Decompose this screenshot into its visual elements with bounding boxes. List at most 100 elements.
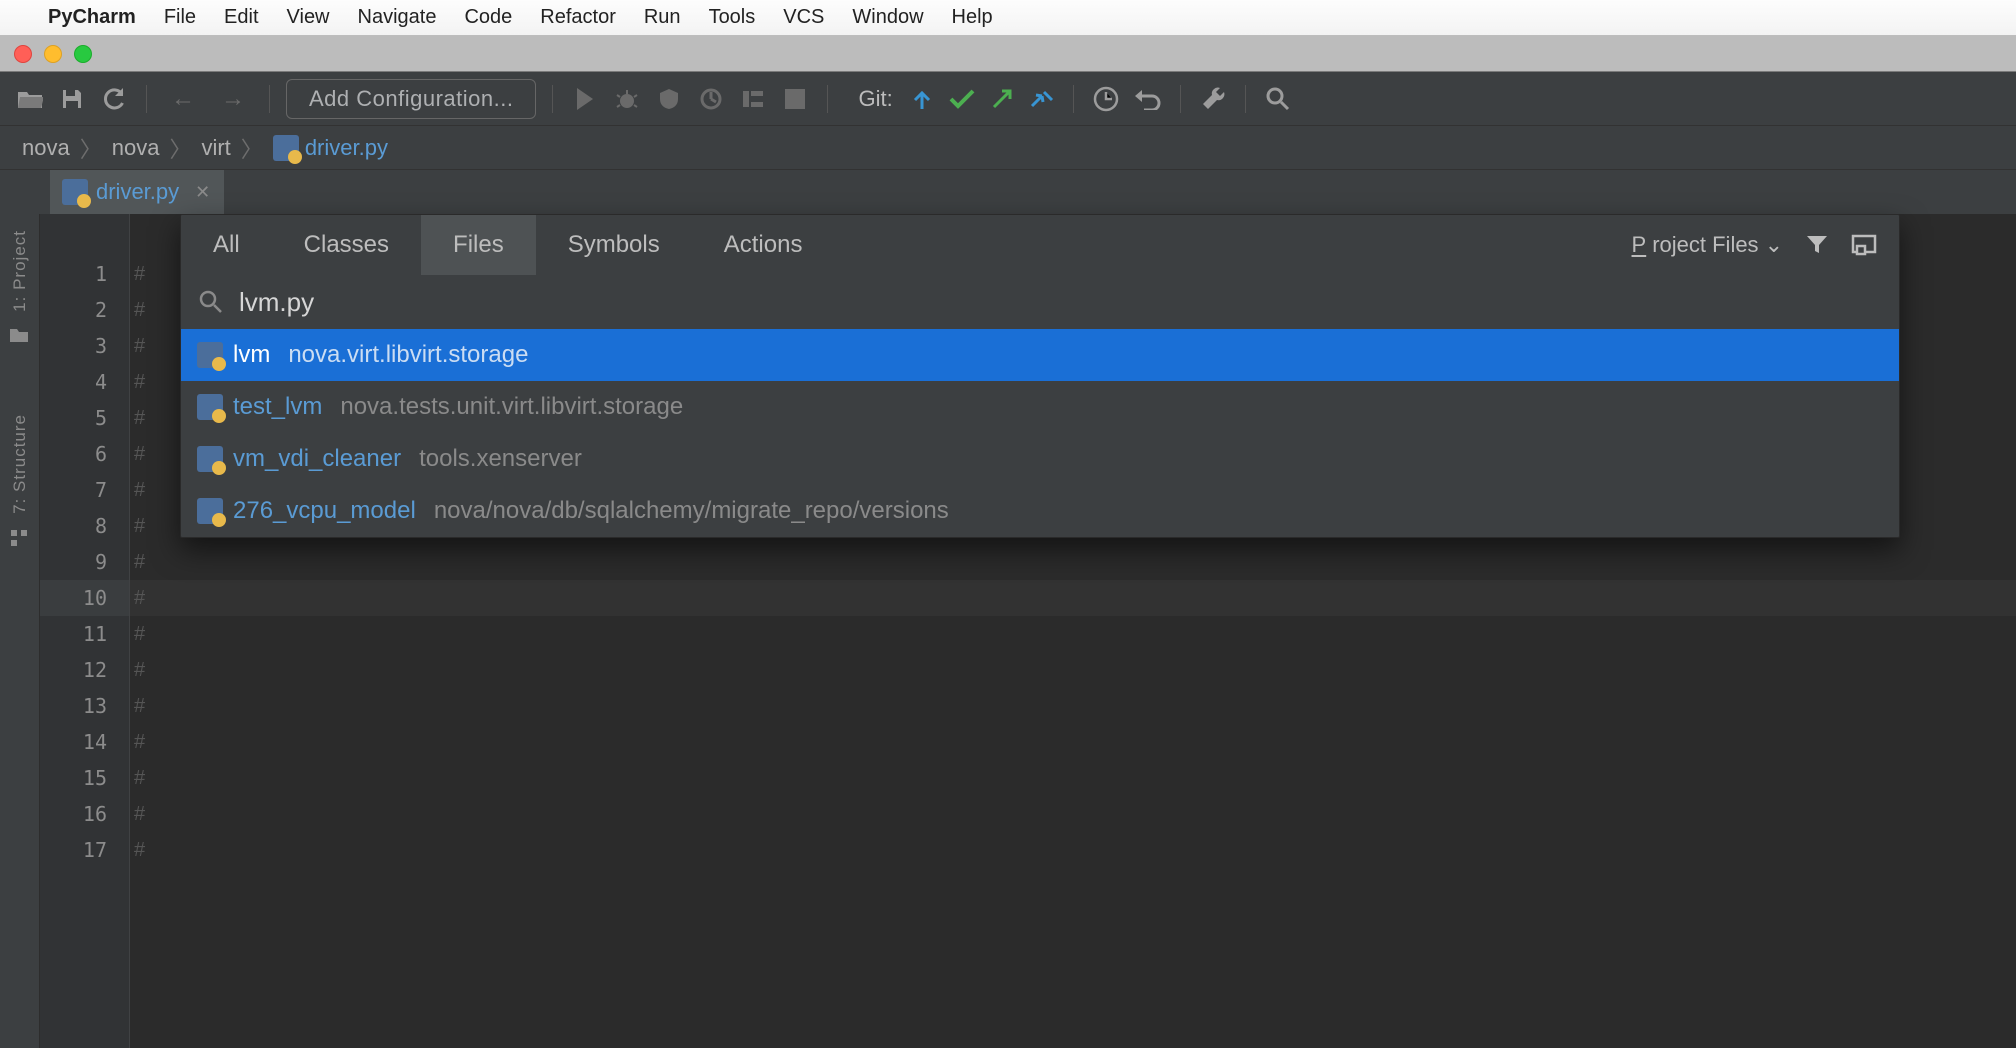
structure-tool-button[interactable]: 7: Structure	[10, 404, 30, 520]
filter-icon[interactable]	[1805, 233, 1829, 257]
stop-icon[interactable]	[779, 83, 811, 115]
wrench-icon[interactable]	[1197, 83, 1229, 115]
coverage-icon[interactable]	[653, 83, 685, 115]
profile-icon[interactable]	[695, 83, 727, 115]
git-push-icon[interactable]	[987, 84, 1017, 114]
search-tab-classes[interactable]: Classes	[272, 215, 421, 275]
app-name: PyCharm	[48, 6, 136, 29]
separator	[1245, 85, 1246, 113]
result-name: vm_vdi_cleaner	[233, 445, 401, 473]
crumb-root[interactable]: nova	[22, 135, 70, 161]
run-icon[interactable]	[569, 83, 601, 115]
python-file-icon	[197, 394, 223, 420]
search-result[interactable]: 276_vcpu_model nova/nova/db/sqlalchemy/m…	[181, 485, 1899, 537]
line-number: 10	[40, 580, 129, 616]
search-tabs: All Classes Files Symbols Actions Projec…	[181, 215, 1899, 275]
folder-icon	[9, 326, 31, 348]
tool-window-rail: 1: Project 7: Structure	[0, 214, 40, 1048]
menu-vcs[interactable]: VCS	[783, 6, 824, 29]
result-name: test_lvm	[233, 393, 322, 421]
python-file-icon	[273, 135, 299, 161]
close-window-icon[interactable]	[14, 45, 32, 63]
line-number: 16	[40, 796, 129, 832]
save-icon[interactable]	[56, 83, 88, 115]
search-icon[interactable]	[1262, 83, 1294, 115]
line-number: 17	[40, 832, 129, 868]
zoom-window-icon[interactable]	[74, 45, 92, 63]
step-icon[interactable]	[737, 83, 769, 115]
clock-icon[interactable]	[1090, 83, 1122, 115]
line-number: 15	[40, 760, 129, 796]
tab-label: driver.py	[96, 179, 179, 205]
search-tab-actions[interactable]: Actions	[692, 215, 835, 275]
chevron-right-icon: 〉	[80, 132, 102, 164]
nav-back-icon[interactable]: ←	[163, 85, 203, 113]
separator	[269, 85, 270, 113]
line-number: 11	[40, 616, 129, 652]
result-path: nova/nova/db/sqlalchemy/migrate_repo/ver…	[434, 497, 949, 525]
crumb-item[interactable]: nova	[112, 135, 160, 161]
line-number: 2	[40, 292, 129, 328]
line-number: 7	[40, 472, 129, 508]
git-update-icon[interactable]	[907, 84, 937, 114]
separator	[1180, 85, 1181, 113]
line-number: 6	[40, 436, 129, 472]
line-number: 12	[40, 652, 129, 688]
open-icon[interactable]	[14, 83, 46, 115]
search-result[interactable]: lvm nova.virt.libvirt.storage	[181, 329, 1899, 381]
project-tool-button[interactable]: 1: Project	[10, 220, 30, 318]
python-file-icon	[197, 446, 223, 472]
search-result[interactable]: test_lvm nova.tests.unit.virt.libvirt.st…	[181, 381, 1899, 433]
search-tab-all[interactable]: All	[181, 215, 272, 275]
search-tab-files[interactable]: Files	[421, 215, 536, 275]
search-result[interactable]: vm_vdi_cleaner tools.xenserver	[181, 433, 1899, 485]
line-number: 8	[40, 508, 129, 544]
python-file-icon	[197, 342, 223, 368]
gutter: 1 2 3 4 5 6 7 8 9 10 11 12 13 14 15 16 1…	[40, 214, 130, 1048]
add-configuration-button[interactable]: Add Configuration...	[286, 79, 536, 119]
result-path: nova.virt.libvirt.storage	[288, 341, 528, 369]
separator	[827, 85, 828, 113]
scope-dropdown[interactable]: Project Files ⌄	[1632, 232, 1783, 258]
sync-icon[interactable]	[98, 83, 130, 115]
chevron-right-icon: 〉	[241, 132, 263, 164]
git-commit-icon[interactable]	[947, 84, 977, 114]
nav-forward-icon[interactable]: →	[213, 85, 253, 113]
editor-tab[interactable]: driver.py ✕	[50, 170, 224, 214]
mac-menubar: PyCharm File Edit View Navigate Code Ref…	[0, 0, 2016, 36]
menu-navigate[interactable]: Navigate	[358, 6, 437, 29]
search-tab-symbols[interactable]: Symbols	[536, 215, 692, 275]
result-path: tools.xenserver	[419, 445, 582, 473]
menu-refactor[interactable]: Refactor	[540, 6, 616, 29]
python-file-icon	[62, 179, 88, 205]
result-name: 276_vcpu_model	[233, 497, 416, 525]
structure-icon	[9, 528, 31, 550]
line-number: 1	[40, 256, 129, 292]
git-history-icon[interactable]	[1027, 84, 1057, 114]
undo-icon[interactable]	[1132, 83, 1164, 115]
menu-view[interactable]: View	[287, 6, 330, 29]
breadcrumb: nova 〉 nova 〉 virt 〉 driver.py	[0, 126, 2016, 170]
search-input[interactable]	[239, 287, 1881, 318]
close-tab-icon[interactable]: ✕	[195, 182, 210, 203]
minimize-window-icon[interactable]	[44, 45, 62, 63]
menu-help[interactable]: Help	[952, 6, 993, 29]
crumb-item[interactable]: virt	[201, 135, 230, 161]
window-titlebar	[0, 36, 2016, 72]
menu-file[interactable]: File	[164, 6, 196, 29]
result-name: lvm	[233, 341, 270, 369]
line-number: 13	[40, 688, 129, 724]
line-number: 5	[40, 400, 129, 436]
main-toolbar: ← → Add Configuration... Git:	[0, 72, 2016, 126]
menu-edit[interactable]: Edit	[224, 6, 258, 29]
menu-code[interactable]: Code	[464, 6, 512, 29]
debug-icon[interactable]	[611, 83, 643, 115]
pin-icon[interactable]	[1851, 234, 1877, 256]
scope-mnemonic: P	[1632, 232, 1647, 258]
menu-window[interactable]: Window	[852, 6, 923, 29]
git-label: Git:	[858, 86, 892, 112]
separator	[1073, 85, 1074, 113]
crumb-file[interactable]: driver.py	[305, 135, 388, 161]
menu-tools[interactable]: Tools	[709, 6, 756, 29]
menu-run[interactable]: Run	[644, 6, 681, 29]
